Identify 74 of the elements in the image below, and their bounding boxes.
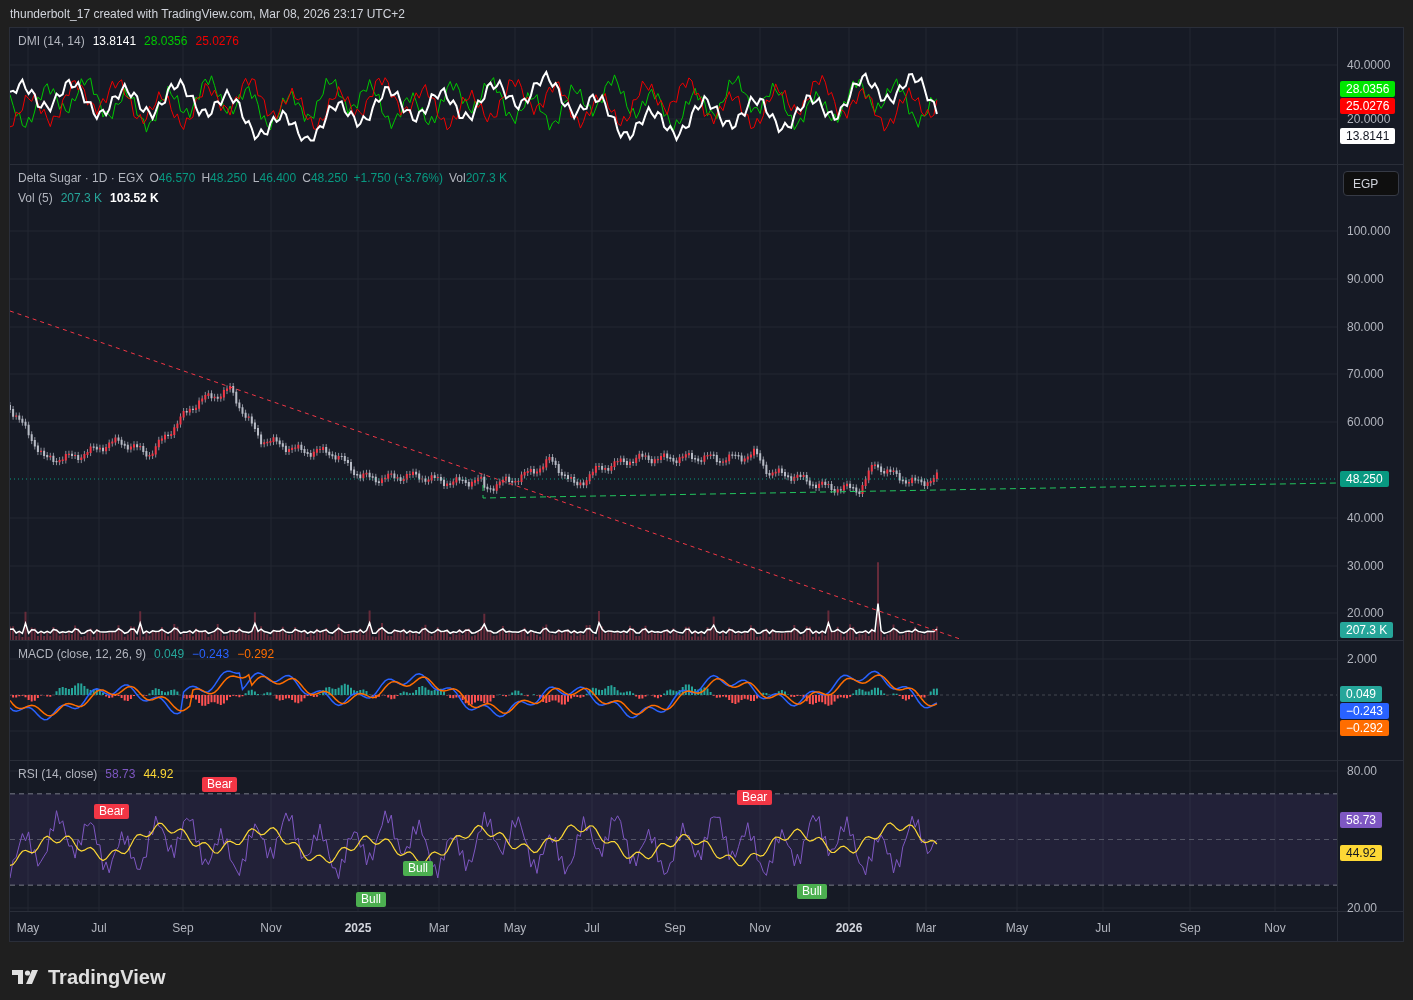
indicator-value: 44.92: [143, 766, 174, 783]
time-axis-label: Nov: [260, 920, 282, 937]
bull-signal-label: Bull: [356, 892, 386, 907]
axis-tick-label: 40.0000: [1347, 58, 1391, 72]
ohlc-value: 46.400: [259, 170, 297, 187]
axis-tick-label: 80.000: [1347, 320, 1384, 334]
price-tag: 25.0276: [1340, 98, 1396, 114]
axis-tick-label: 20.00: [1347, 901, 1378, 915]
time-axis-label: Mar: [915, 920, 937, 937]
axis-tick-label: 70.000: [1347, 367, 1384, 381]
indicator-value: 25.0276: [195, 33, 239, 50]
ohlc-value: 46.570: [158, 170, 196, 187]
indicator-title: RSI (14, close): [18, 766, 98, 783]
axis-tick-label: 60.000: [1347, 415, 1384, 429]
ohlc-label: H: [201, 170, 211, 187]
axis-tick-label: 80.00: [1347, 764, 1378, 778]
price-tag: 207.3 K: [1340, 622, 1394, 638]
axis-tick-label: 90.000: [1347, 272, 1384, 286]
ohlc-value: 48.250: [310, 170, 348, 187]
indicator-value: 28.0356: [144, 33, 188, 50]
axis-tick-label: 40.000: [1347, 511, 1384, 525]
indicator-title: Vol (5): [18, 190, 53, 207]
time-axis-label: Sep: [1179, 920, 1201, 937]
indicator-value: 13.8141: [92, 33, 137, 50]
indicator-value: −0.292: [237, 646, 275, 663]
bear-signal-label: Bear: [94, 804, 130, 819]
bull-signal-label: Bull: [797, 884, 827, 899]
indicator-value: 58.73: [105, 766, 136, 783]
price-tag: −0.292: [1340, 720, 1390, 736]
price-tag: 48.250: [1340, 471, 1389, 487]
time-axis-label: May: [503, 920, 527, 937]
volume-value: 207.3 K: [465, 170, 508, 187]
time-axis-label: May: [1005, 920, 1029, 937]
price-tag: −0.243: [1340, 703, 1390, 719]
bear-signal-label: Bear: [202, 777, 238, 792]
price-change: +1.750 (+3.76%): [353, 170, 443, 187]
indicator-value: −0.243: [192, 646, 230, 663]
indicator-value: 0.049: [154, 646, 185, 663]
price-tag: 58.73: [1340, 812, 1383, 828]
price-tag: 0.049: [1340, 686, 1383, 702]
ohlc-label: L: [252, 170, 260, 187]
time-axis-label: Jul: [1095, 920, 1111, 937]
price-tag: 44.92: [1340, 845, 1383, 861]
axis-tick-label: 30.000: [1347, 559, 1384, 573]
indicator-value: 103.52 K: [110, 190, 159, 207]
indicator-value: 207.3 K: [60, 190, 103, 207]
time-axis-label: Sep: [172, 920, 194, 937]
axis-tick-label: 20.000: [1347, 606, 1384, 620]
currency-button[interactable]: EGP: [1343, 171, 1399, 196]
time-axis-label: Sep: [664, 920, 686, 937]
axis-tick-label: 20.0000: [1347, 112, 1391, 126]
indicator-title: DMI (14, 14): [18, 33, 85, 50]
chart-caption: thunderbolt_17 created with TradingView.com, Mar 08, 2026 23:17 UTC+2: [10, 5, 405, 23]
symbol-title: Delta Sugar · 1D · EGX: [18, 170, 144, 187]
axis-tick-label: 100.000: [1347, 224, 1391, 238]
ohlc-label: O: [149, 170, 159, 187]
bull-signal-label: Bull: [403, 861, 433, 876]
price-tag: 13.8141: [1340, 128, 1396, 144]
time-axis-label: Jul: [91, 920, 107, 937]
axis-tick-label: 2.000: [1347, 652, 1378, 666]
ohlc-value: 48.250: [210, 170, 247, 187]
time-axis-label: Nov: [1264, 920, 1286, 937]
ohlc-label: C: [302, 170, 311, 187]
time-axis-label: 2026: [835, 920, 863, 937]
time-axis-label: Nov: [749, 920, 771, 937]
indicator-title: MACD (close, 12, 26, 9): [18, 646, 147, 663]
time-axis-label: Jul: [584, 920, 600, 937]
brand-name: TradingView: [48, 965, 166, 990]
time-axis-label: Mar: [428, 920, 450, 937]
time-axis-label: May: [16, 920, 40, 937]
volume-label: Vol: [449, 170, 466, 187]
bear-signal-label: Bear: [737, 790, 773, 805]
time-axis-label: 2025: [344, 920, 372, 937]
price-tag: 28.0356: [1340, 81, 1396, 97]
